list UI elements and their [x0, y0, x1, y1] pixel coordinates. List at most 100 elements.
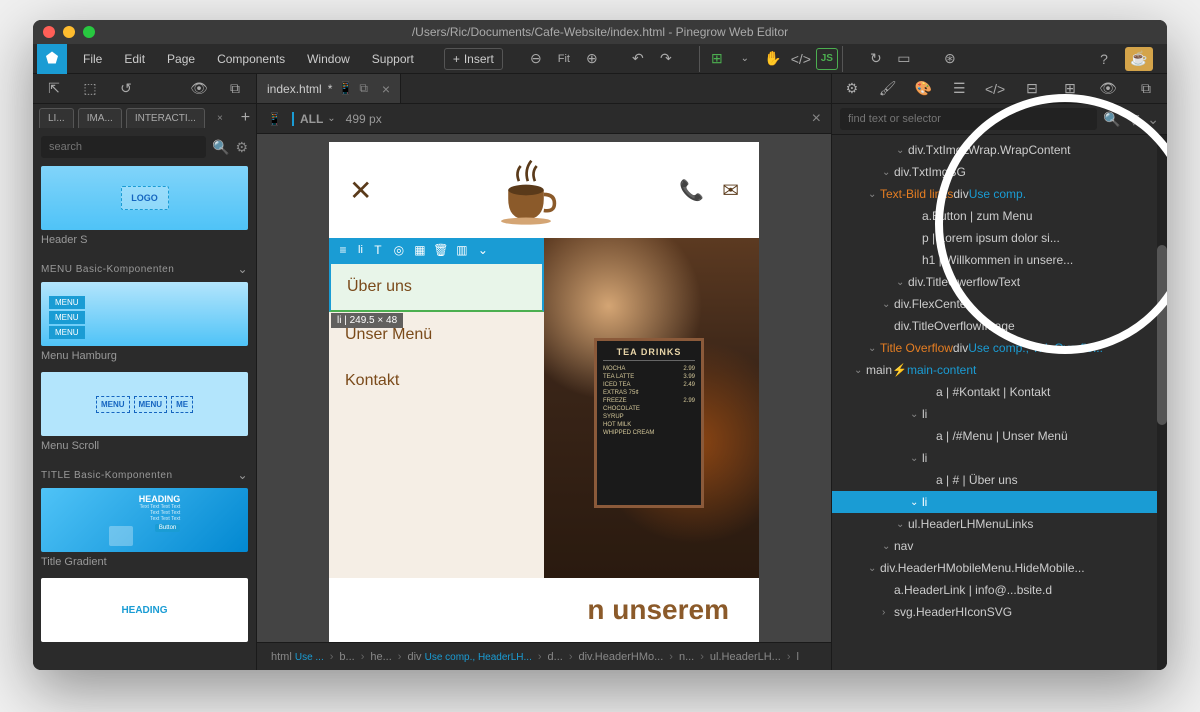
tree-row[interactable]: ›svg.HeaderHIconSVG: [832, 601, 1167, 623]
tree-row[interactable]: ⌄Text-Bild links div Use comp.: [832, 183, 1167, 205]
breadcrumb-item[interactable]: div.HeaderHMo...: [573, 651, 670, 663]
sliders-icon[interactable]: ⚙: [840, 76, 864, 102]
tree-row[interactable]: ⌄div.FlexCenter: [832, 293, 1167, 315]
tree-row[interactable]: ⌄div.HeaderHMobileMenu.HideMobile...: [832, 557, 1167, 579]
close-window-button[interactable]: [43, 26, 55, 38]
tree-row[interactable]: a | /#Menu | Unser Menü: [832, 425, 1167, 447]
close-tab-icon[interactable]: ×: [382, 81, 390, 97]
nav-item-about[interactable]: Über uns li | 249.5 × 48: [329, 262, 544, 312]
redo-icon[interactable]: ↷: [653, 46, 679, 72]
tree-row[interactable]: div.TitleOverflowImage: [832, 315, 1167, 337]
tree-row[interactable]: a.HeaderLink | info@...bsite.d: [832, 579, 1167, 601]
code-icon[interactable]: </>: [788, 46, 814, 72]
mail-icon[interactable]: ✉: [722, 178, 739, 203]
tree-row[interactable]: ⌄div.TxtImgBG: [832, 161, 1167, 183]
target-icon[interactable]: ◎: [389, 240, 409, 260]
delete-icon[interactable]: 🗑: [431, 240, 451, 260]
breadcrumb-item[interactable]: div Use comp., HeaderLH...: [401, 651, 537, 663]
js-toggle[interactable]: JS: [816, 48, 838, 70]
breadcrumb-item[interactable]: n...: [673, 651, 700, 663]
tree-row[interactable]: a | # | Über uns: [832, 469, 1167, 491]
fit-button[interactable]: Fit: [551, 46, 577, 72]
phone-icon[interactable]: 📱: [338, 81, 353, 96]
menu-edit[interactable]: Edit: [114, 48, 155, 70]
page-canvas[interactable]: ✕ 📞 ✉ ≡ li: [329, 142, 759, 642]
list-icon[interactable]: ☰: [947, 76, 971, 102]
history-icon[interactable]: ↺: [113, 76, 139, 102]
tree-row[interactable]: ⌄main ⚡ main-content: [832, 359, 1167, 381]
devices-icon[interactable]: ⧉: [359, 81, 368, 96]
close-tab-icon[interactable]: ×: [209, 109, 231, 128]
add-tab-button[interactable]: +: [235, 109, 256, 127]
tree-row[interactable]: a.Button | zum Menu: [832, 205, 1167, 227]
section-menu-components[interactable]: MENU Basic-Komponenten⌄: [41, 256, 248, 282]
zoom-out-icon[interactable]: ⊖: [523, 46, 549, 72]
tree-row[interactable]: a | #Kontakt | Kontakt: [832, 381, 1167, 403]
tab-library[interactable]: LI...: [39, 108, 74, 128]
filter-icon[interactable]: ▽: [1128, 111, 1139, 128]
tree-row[interactable]: h1 | Willkommen in unsere...: [832, 249, 1167, 271]
viewport-selector[interactable]: ALL⌄: [292, 112, 336, 126]
breadcrumb-item[interactable]: ul.HeaderLH...: [704, 651, 787, 663]
scrollbar-thumb[interactable]: [1157, 245, 1167, 425]
phone-icon[interactable]: 📞: [679, 178, 704, 203]
maximize-window-button[interactable]: [83, 26, 95, 38]
minimize-window-button[interactable]: [63, 26, 75, 38]
chevron-down-icon[interactable]: ⌄: [1147, 111, 1159, 128]
menu-components[interactable]: Components: [207, 48, 295, 70]
refresh-icon[interactable]: ↻: [863, 46, 889, 72]
element-tag-label[interactable]: li: [354, 240, 367, 260]
chevron-down-icon[interactable]: ⌄: [732, 46, 758, 72]
settings-icon[interactable]: ⚙: [235, 139, 248, 156]
globe-icon[interactable]: ⊛: [937, 46, 963, 72]
pinegrow-logo[interactable]: [37, 44, 67, 74]
menu-page[interactable]: Page: [157, 48, 205, 70]
component-search-input[interactable]: [41, 136, 206, 158]
search-icon[interactable]: 🔍: [212, 139, 229, 156]
close-viewport-icon[interactable]: ×: [812, 110, 821, 128]
breadcrumb-item[interactable]: d...: [542, 651, 569, 663]
brush-icon[interactable]: 🖌: [876, 76, 900, 102]
component-heading[interactable]: HEADING: [41, 578, 248, 642]
menu-icon[interactable]: ≡: [333, 240, 353, 260]
grid-icon[interactable]: ▦: [410, 240, 430, 260]
tree-row[interactable]: ⌄Title Overflow div Use comp., TitleOver…: [832, 337, 1167, 359]
menu-support[interactable]: Support: [362, 48, 424, 70]
tree-row[interactable]: ⌄nav: [832, 535, 1167, 557]
copy-icon[interactable]: ⧉: [1133, 76, 1159, 102]
tree-search-input[interactable]: [840, 108, 1097, 130]
breadcrumb-item[interactable]: b...: [333, 651, 360, 663]
tree-row[interactable]: p | Lorem ipsum dolor si...: [832, 227, 1167, 249]
zoom-in-icon[interactable]: ⊕: [579, 46, 605, 72]
breadcrumb-item[interactable]: he...: [364, 651, 397, 663]
component-header-s[interactable]: LOGO: [41, 166, 248, 230]
breadcrumb-item[interactable]: html Use ...: [265, 651, 330, 663]
tree-row[interactable]: ⌄li: [832, 403, 1167, 425]
import-icon[interactable]: ⇱: [41, 76, 67, 102]
device-icon[interactable]: 📱: [267, 112, 282, 126]
tree-row[interactable]: ⌄ul.HeaderLHMenuLinks: [832, 513, 1167, 535]
component-menu-hamburg[interactable]: MENU MENU MENU: [41, 282, 248, 346]
grid-icon[interactable]: ⊞: [704, 46, 730, 72]
tree-icon[interactable]: ⊟: [1019, 76, 1045, 102]
component-menu-scroll[interactable]: MENU MENU ME: [41, 372, 248, 436]
coffee-button[interactable]: ☕: [1125, 47, 1153, 71]
breadcrumb-item[interactable]: l: [791, 651, 805, 663]
puzzle-icon[interactable]: ⊞: [1057, 76, 1083, 102]
copy-icon[interactable]: ⧉: [222, 76, 248, 102]
hand-icon[interactable]: ✋: [760, 46, 786, 72]
eye-icon[interactable]: 👁: [1095, 76, 1121, 102]
tree-row[interactable]: ⌄li: [832, 491, 1167, 513]
tab-interactions[interactable]: INTERACTI...: [126, 108, 205, 128]
help-icon[interactable]: ?: [1091, 46, 1117, 72]
search-icon[interactable]: 🔍: [1103, 111, 1120, 128]
section-title-components[interactable]: TITLE Basic-Komponenten⌄: [41, 462, 248, 488]
tree-row[interactable]: ⌄li: [832, 447, 1167, 469]
palette-icon[interactable]: 🎨: [912, 76, 936, 102]
undo-icon[interactable]: ↶: [625, 46, 651, 72]
columns-icon[interactable]: ▥: [452, 240, 472, 260]
eye-icon[interactable]: 👁: [186, 76, 212, 102]
document-tab-index[interactable]: index.html* 📱 ⧉ ×: [257, 74, 401, 103]
component-title-gradient[interactable]: HEADING Text Text Text Text Text Text Te…: [41, 488, 248, 552]
nav-item-contact[interactable]: Kontakt: [329, 358, 544, 404]
